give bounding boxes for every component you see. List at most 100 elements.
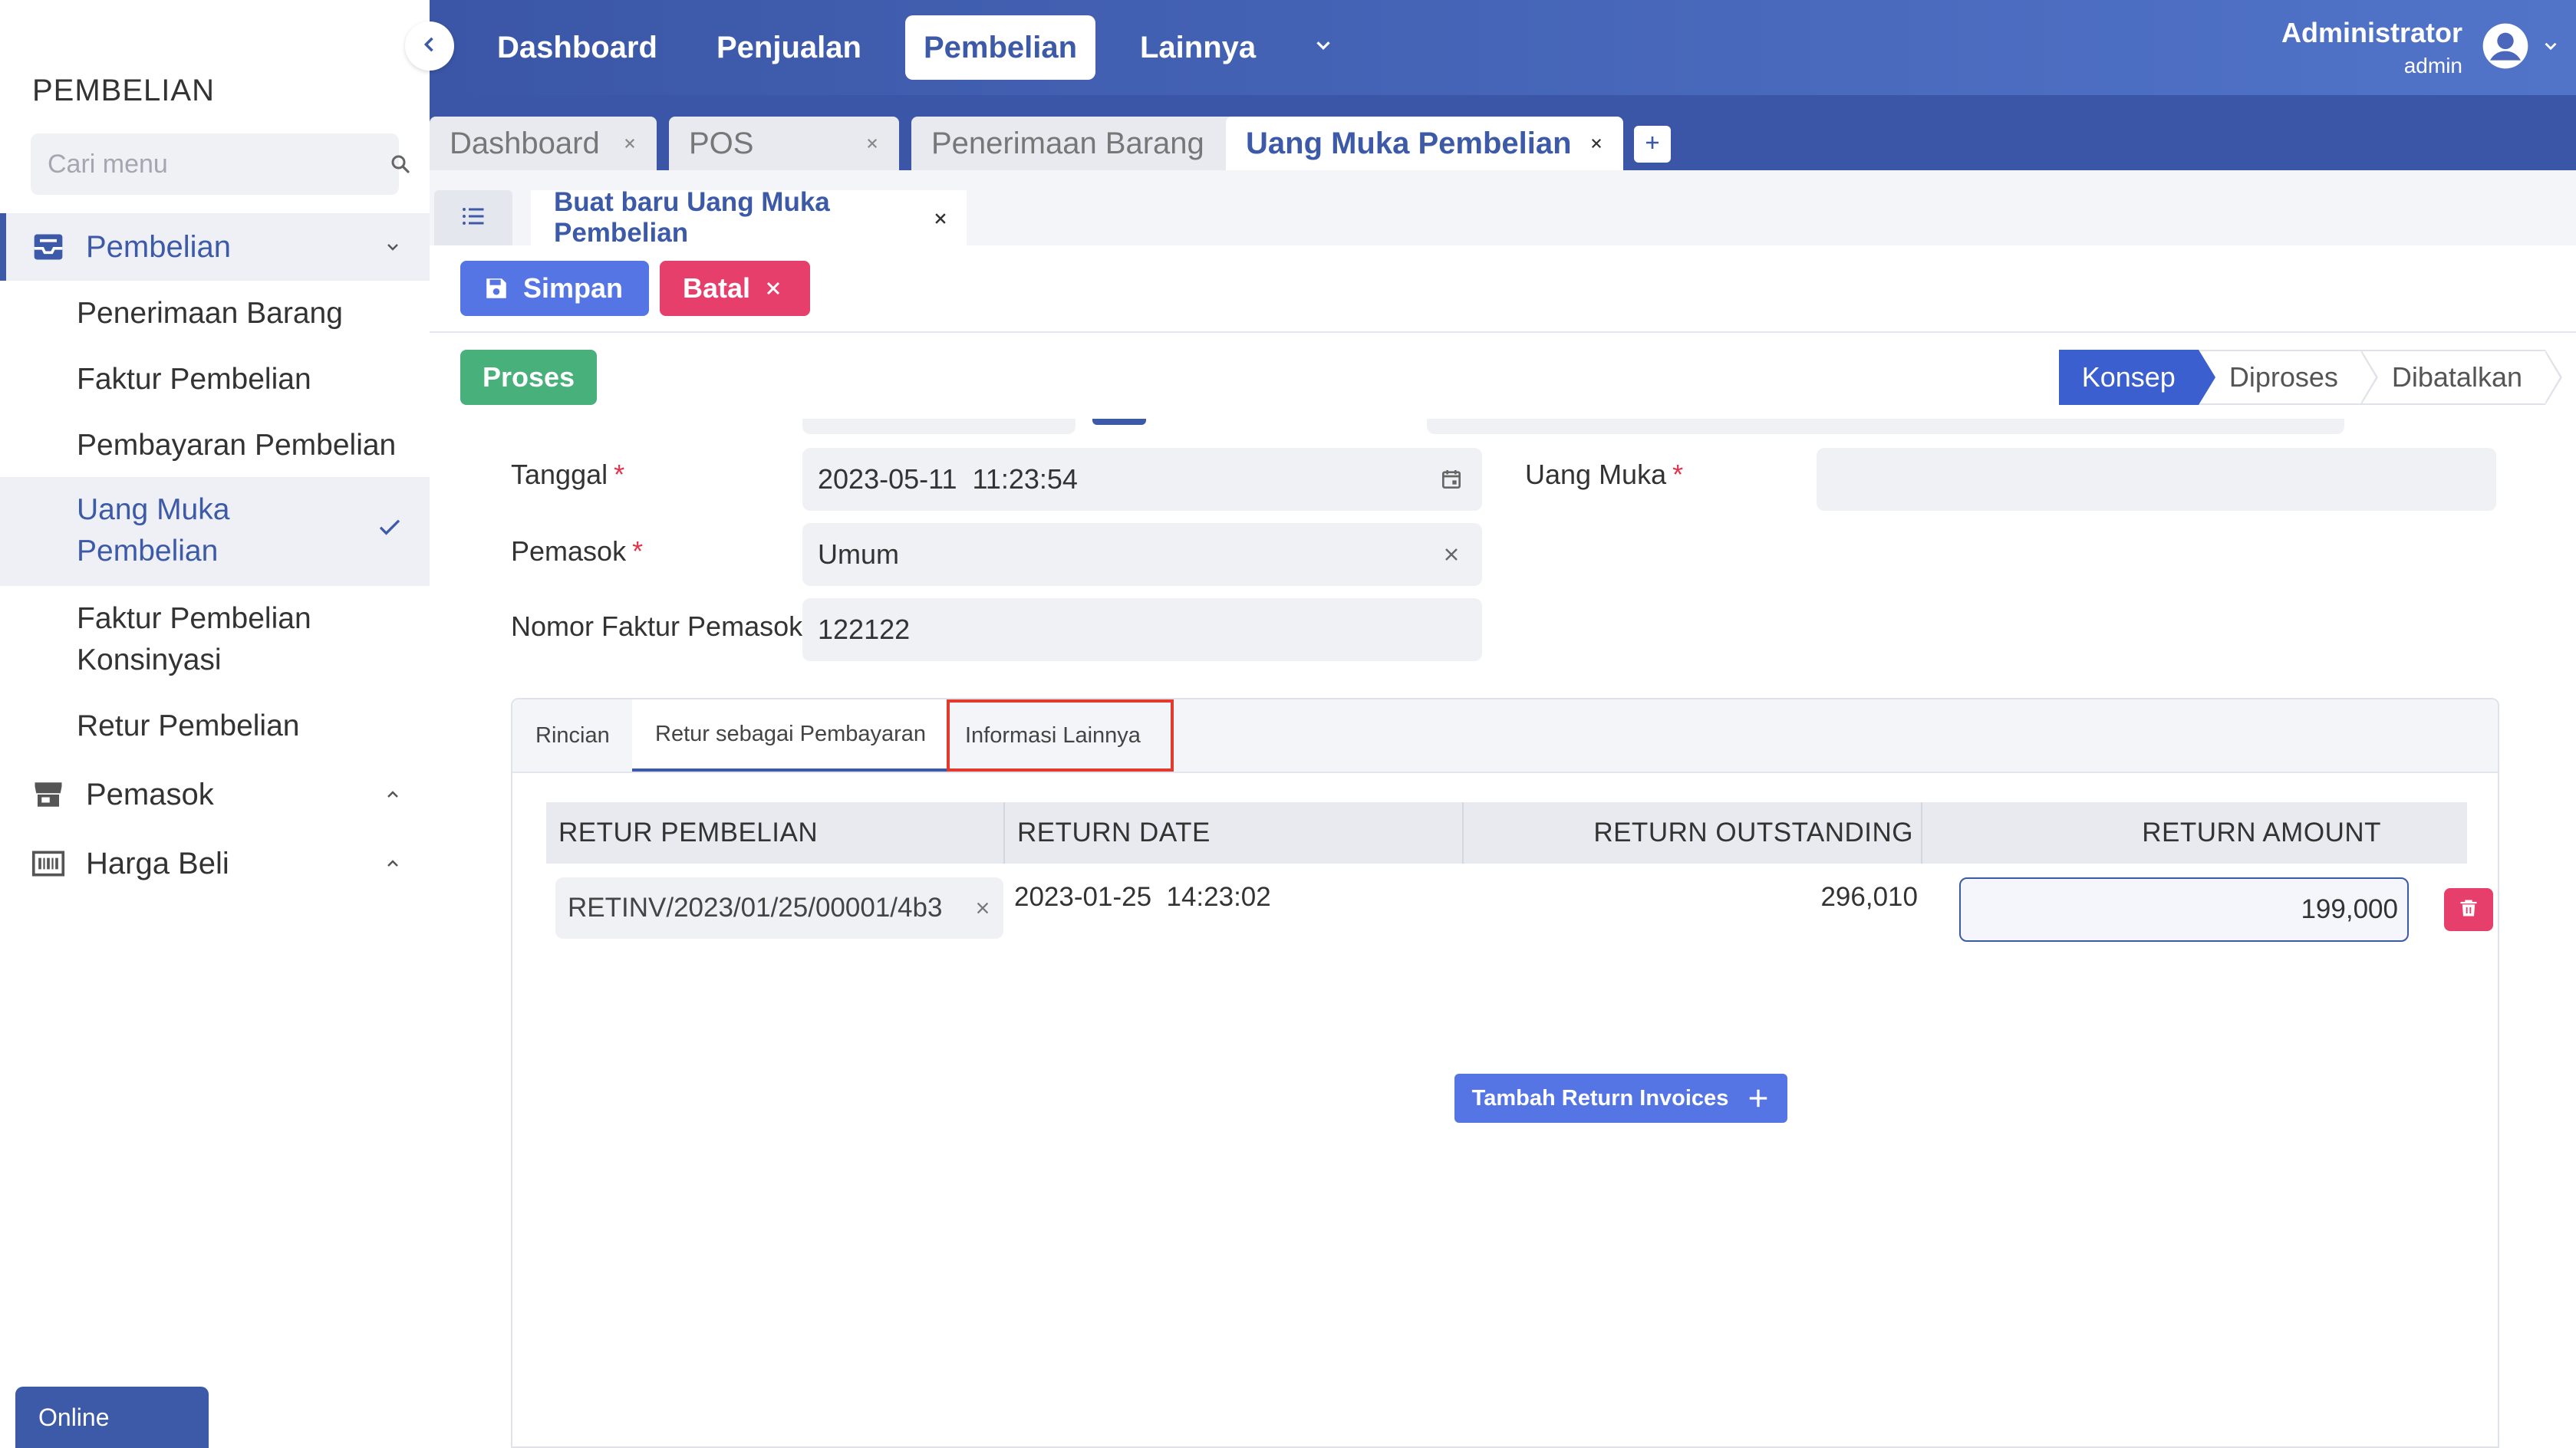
step-label: Konsep xyxy=(2081,361,2176,393)
nav-penjualan[interactable]: Penjualan xyxy=(698,15,880,80)
sidebar-title: PEMBELIAN xyxy=(32,74,215,107)
sidebar-item-uang-muka-pembelian[interactable]: Uang Muka Pembelian xyxy=(0,477,430,586)
status-step-konsep[interactable]: Konsep xyxy=(2058,350,2215,405)
step-label: Dibatalkan xyxy=(2391,361,2522,393)
clear-icon[interactable] xyxy=(1436,545,1467,564)
nav-lainnya[interactable]: Lainnya xyxy=(1122,15,1274,80)
store-icon xyxy=(31,777,66,812)
sidebar-item-faktur-pembelian-konsinyasi[interactable]: Faktur Pembelian Konsinyasi xyxy=(0,598,430,681)
detail-tabs-panel: Rincian Retur sebagai Pembayaran Informa… xyxy=(511,698,2499,1448)
label-text: Tanggal xyxy=(511,459,608,490)
tab-retur-sebagai-pembayaran[interactable]: Retur sebagai Pembayaran xyxy=(632,699,950,772)
chevron-up-icon xyxy=(377,785,408,804)
document-tab-new-uang-muka[interactable]: Buat baru Uang Muka Pembelian xyxy=(531,187,967,248)
online-status-badge[interactable]: Online xyxy=(15,1387,209,1448)
form-area: Tanggal * 2023-05-11 11:23:54 Uang Muka * … xyxy=(430,419,2576,1448)
status-step-diproses[interactable]: Diproses xyxy=(2198,350,2378,405)
window-tabs: Dashboard POS Penerimaan Barang Uang Muk… xyxy=(430,95,2576,170)
sidebar-search[interactable] xyxy=(31,133,410,195)
sidebar-item-faktur-pembelian[interactable]: Faktur Pembelian xyxy=(0,359,430,400)
document-tabs: Buat baru Uang Muka Pembelian xyxy=(430,170,2576,248)
sidebar-collapse-button[interactable] xyxy=(405,21,454,71)
save-button-label: Simpan xyxy=(523,272,624,304)
tab-informasi-lainnya[interactable]: Informasi Lainnya xyxy=(947,699,1174,772)
trash-icon xyxy=(2458,897,2479,923)
window-tab-uang-muka-pembelian[interactable]: Uang Muka Pembelian xyxy=(1226,117,1623,170)
nav-dashboard[interactable]: Dashboard xyxy=(479,15,676,80)
tanggal-value: 2023-05-11 11:23:54 xyxy=(818,463,1078,495)
return-outstanding: 296,010 xyxy=(1820,882,1918,912)
sidebar-item-penerimaan-barang[interactable]: Penerimaan Barang xyxy=(0,293,430,334)
pemasok-select[interactable]: Umum xyxy=(802,523,1482,586)
pemasok-value: Umum xyxy=(818,538,899,570)
label-text: Pemasok xyxy=(511,535,627,567)
chevron-down-icon xyxy=(377,238,408,256)
close-icon[interactable] xyxy=(1585,137,1608,150)
uang-muka-field[interactable] xyxy=(1817,448,2496,511)
tab-label: POS xyxy=(689,126,754,160)
panel-tab-bar: Rincian Retur sebagai Pembayaran Informa… xyxy=(512,699,2498,773)
user-role: admin xyxy=(2403,54,2462,77)
plus-icon xyxy=(1643,133,1662,156)
inbox-tray-icon xyxy=(31,229,66,265)
retur-pembelian-select[interactable]: RETINV/2023/01/25/00001/4b3 xyxy=(555,877,1003,939)
column-header: RETURN DATE xyxy=(1005,802,1464,864)
nomor-faktur-input[interactable]: 122122 xyxy=(802,598,1482,661)
window-tab-pos[interactable]: POS xyxy=(669,117,899,170)
add-return-invoices-button[interactable]: Tambah Return Invoices xyxy=(1454,1074,1787,1123)
return-amount-input[interactable]: 199,000 xyxy=(1959,877,2409,942)
required-mark: * xyxy=(632,535,644,567)
cancel-button[interactable]: Batal xyxy=(660,261,810,316)
sidebar-item-pembayaran-pembelian[interactable]: Pembayaran Pembelian xyxy=(0,425,430,466)
save-button[interactable]: Simpan xyxy=(460,261,649,316)
return-amount-value: 199,000 xyxy=(2301,894,2398,924)
close-icon[interactable] xyxy=(618,137,641,150)
user-name: Administrator xyxy=(2281,17,2462,48)
sidebar-group-harga-beli[interactable]: Harga Beli xyxy=(0,830,430,897)
sidebar-item-retur-pembelian[interactable]: Retur Pembelian xyxy=(0,706,430,747)
column-header: RETURN OUTSTANDING xyxy=(1464,802,1922,864)
tab-label: Penerimaan Barang xyxy=(931,126,1204,160)
add-tab-button[interactable] xyxy=(1634,126,1671,163)
nomor-faktur-value: 122122 xyxy=(818,614,911,645)
retur-value: RETINV/2023/01/25/00001/4b3 xyxy=(568,893,943,923)
status-step-dibatalkan[interactable]: Dibatalkan xyxy=(2360,350,2563,405)
return-date: 2023-01-25 14:23:02 xyxy=(1014,882,1271,912)
close-icon xyxy=(764,279,782,298)
plus-icon xyxy=(1747,1087,1770,1110)
clear-icon[interactable] xyxy=(974,893,991,923)
tab-rincian[interactable]: Rincian xyxy=(512,699,633,772)
pemasok-label: Pemasok * xyxy=(511,535,643,568)
chevron-left-icon xyxy=(419,34,440,59)
table-row: RETINV/2023/01/25/00001/4b3 2023-01-25 1… xyxy=(546,864,2493,949)
list-view-button[interactable] xyxy=(434,190,512,245)
user-menu[interactable]: Administrator admin xyxy=(2281,12,2561,83)
sidebar-group-pembelian[interactable]: Pembelian xyxy=(0,213,430,281)
calendar-icon[interactable] xyxy=(1436,467,1467,492)
nav-more-dropdown[interactable] xyxy=(1304,28,1342,66)
search-icon[interactable] xyxy=(389,153,412,176)
delete-row-button[interactable] xyxy=(2444,888,2493,931)
window-tab-penerimaan-barang[interactable]: Penerimaan Barang xyxy=(911,117,1261,170)
sidebar: PEMBELIAN Pembelian Penerimaan Barang Fa… xyxy=(0,0,431,1448)
process-button[interactable]: Proses xyxy=(460,350,597,405)
close-icon[interactable] xyxy=(933,202,948,233)
sidebar-group-label: Pembelian xyxy=(86,229,232,264)
sidebar-group-pemasok[interactable]: Pemasok xyxy=(0,761,430,828)
window-tab-dashboard[interactable]: Dashboard xyxy=(430,117,657,170)
field-partial xyxy=(1427,419,2344,434)
list-icon xyxy=(460,202,487,234)
tanggal-field[interactable]: 2023-05-11 11:23:54 xyxy=(802,448,1482,511)
sidebar-group-label: Pemasok xyxy=(86,777,214,811)
close-icon[interactable] xyxy=(861,137,884,150)
avatar[interactable] xyxy=(2481,21,2530,74)
label-text: Uang Muka xyxy=(1525,459,1667,490)
nav-pembelian[interactable]: Pembelian xyxy=(905,15,1096,80)
tab-label: Uang Muka Pembelian xyxy=(1246,126,1572,160)
tab-label: Dashboard xyxy=(450,126,600,160)
uang-muka-label: Uang Muka * xyxy=(1525,459,1683,491)
status-bar: Proses Konsep Diproses Dibatalkan xyxy=(430,333,2576,419)
required-mark: * xyxy=(1672,459,1684,490)
sidebar-item-label-line1: Faktur Pembelian xyxy=(77,602,311,635)
search-input[interactable] xyxy=(46,148,389,180)
